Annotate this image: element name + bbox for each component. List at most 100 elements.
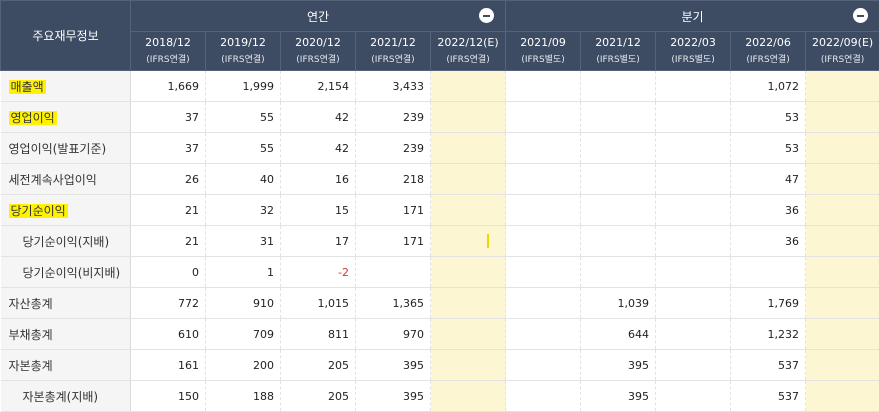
quarter-collapse-minus-icon[interactable] xyxy=(853,8,869,23)
quarter-value-cell xyxy=(505,256,582,288)
quarter-value-cell: 53 xyxy=(730,101,807,133)
table-row: 부채총계 610 709 811 970 644 1,232 xyxy=(0,318,879,350)
annual-header: 연간 xyxy=(129,0,507,32)
quarter-value-cell xyxy=(655,70,732,102)
row-label: 자본총계 xyxy=(8,358,53,373)
period-standard: (IFRS연결) xyxy=(746,55,790,65)
period-standard: (IFRS연결) xyxy=(446,55,490,65)
annual-value-cell xyxy=(430,132,507,164)
quarter-value-cell xyxy=(805,380,879,412)
annual-value-cell: 17 xyxy=(280,225,356,257)
row-label-cell: 세전계속사업이익 xyxy=(0,163,131,195)
annual-value-cell: 2,154 xyxy=(280,70,356,102)
row-label-cell: 당기순이익(비지배) xyxy=(0,256,131,288)
financial-summary-table: 주요재무정보 연간 분기 2018/12 (IFRS연결) 2019/12 (IFRS… xyxy=(0,0,879,412)
annual-value-cell: 16 xyxy=(280,163,356,195)
annual-value-cell: 37 xyxy=(130,132,206,164)
annual-value-cell: 709 xyxy=(205,318,281,350)
annual-value-cell: 1,669 xyxy=(130,70,206,102)
table-row: 자산총계 772 910 1,015 1,365 1,039 1,769 xyxy=(0,287,879,319)
annual-period-header: 2019/12 (IFRS연결) xyxy=(205,31,281,71)
quarter-value-cell: 644 xyxy=(580,318,657,350)
quarter-value-cell: 1,072 xyxy=(730,70,807,102)
annual-value-cell: 1 xyxy=(205,256,281,288)
table-row: 영업이익 37 55 42 239 53 xyxy=(0,101,879,133)
annual-period-header: 2022/12(E) (IFRS연결) xyxy=(429,31,507,71)
quarter-value-cell xyxy=(505,163,582,195)
header-group-row: 주요재무정보 연간 분기 xyxy=(0,0,879,71)
period-date: 2021/09 xyxy=(520,36,566,49)
annual-value-cell xyxy=(430,70,507,102)
row-label: 세전계속사업이익 xyxy=(8,172,97,187)
row-label-cell: 부채총계 xyxy=(0,318,131,350)
annual-value-cell: 26 xyxy=(130,163,206,195)
quarter-header: 분기 xyxy=(505,0,879,32)
period-date: 2022/12(E) xyxy=(437,36,499,49)
annual-value-cell: 171 xyxy=(355,225,431,257)
quarter-value-cell xyxy=(505,101,582,133)
period-date: 2019/12 xyxy=(220,36,266,49)
quarter-value-cell xyxy=(655,101,732,133)
annual-value-cell: 1,365 xyxy=(355,287,431,319)
header-corner-label: 주요재무정보 xyxy=(0,0,131,71)
quarter-value-cell xyxy=(505,132,582,164)
row-label: 자본총계(지배) xyxy=(22,389,99,404)
table-row: 당기순이익(비지배) 0 1 -2 xyxy=(0,256,879,288)
annual-value-cell xyxy=(355,256,431,288)
table-row: 당기순이익(지배) 21 31 17 171 36 xyxy=(0,225,879,257)
annual-value-cell: 21 xyxy=(130,225,206,257)
annual-value-cell: 239 xyxy=(355,101,431,133)
quarter-value-cell: 36 xyxy=(730,194,807,226)
quarter-value-cell xyxy=(655,163,732,195)
quarter-value-cell: 537 xyxy=(730,380,807,412)
period-date: 2022/06 xyxy=(745,36,791,49)
period-standard: (IFRS연결) xyxy=(146,55,190,65)
annual-value-cell: 32 xyxy=(205,194,281,226)
row-label: 당기순이익(지배) xyxy=(22,234,110,249)
quarter-value-cell xyxy=(655,256,732,288)
annual-header-label: 연간 xyxy=(306,9,330,24)
annual-period-header: 2018/12 (IFRS연결) xyxy=(130,31,206,71)
period-standard: (IFRS연결) xyxy=(296,55,340,65)
annual-value-cell: 161 xyxy=(130,349,206,381)
annual-value-cell: 3,433 xyxy=(355,70,431,102)
quarter-value-cell: 36 xyxy=(730,225,807,257)
annual-value-cell: 37 xyxy=(130,101,206,133)
row-label: 당기순이익(비지배) xyxy=(22,265,121,280)
quarter-value-cell xyxy=(580,163,657,195)
annual-value-cell: 200 xyxy=(205,349,281,381)
quarter-value-cell xyxy=(580,132,657,164)
annual-value-cell: 772 xyxy=(130,287,206,319)
quarter-period-header: 2021/12 (IFRS별도) xyxy=(580,31,657,71)
period-standard: (IFRS연결) xyxy=(221,55,265,65)
table-row: 당기순이익 21 32 15 171 36 xyxy=(0,194,879,226)
annual-value-cell: 15 xyxy=(280,194,356,226)
quarter-value-cell xyxy=(805,225,879,257)
period-standard: (IFRS별도) xyxy=(596,55,640,65)
table-row: 자본총계(지배) 150 188 205 395 395 537 xyxy=(0,380,879,412)
quarter-value-cell xyxy=(580,70,657,102)
row-label: 영업이익 xyxy=(8,110,57,125)
period-date: 2022/09(E) xyxy=(811,36,874,49)
annual-value-cell xyxy=(430,225,507,257)
annual-collapse-minus-icon[interactable] xyxy=(479,8,495,23)
quarter-value-cell xyxy=(805,287,879,319)
quarter-value-cell xyxy=(805,101,879,133)
quarter-value-cell: 395 xyxy=(580,349,657,381)
annual-value-cell: 970 xyxy=(355,318,431,350)
annual-value-cell: 21 xyxy=(130,194,206,226)
period-standard: (IFRS연결) xyxy=(820,55,865,65)
annual-value-cell: 42 xyxy=(280,101,356,133)
annual-value-cell: 188 xyxy=(205,380,281,412)
quarter-value-cell: 395 xyxy=(580,380,657,412)
period-date: 2021/12 xyxy=(370,36,416,49)
period-standard: (IFRS연결) xyxy=(371,55,415,65)
period-date: 2020/12 xyxy=(295,36,341,49)
row-label-cell: 당기순이익(지배) xyxy=(0,225,131,257)
annual-period-header: 2020/12 (IFRS연결) xyxy=(280,31,356,71)
quarter-value-cell xyxy=(505,349,582,381)
annual-value-cell xyxy=(430,163,507,195)
quarter-value-cell xyxy=(655,380,732,412)
quarter-value-cell xyxy=(805,194,879,226)
annual-period-header: 2021/12 (IFRS연결) xyxy=(355,31,431,71)
